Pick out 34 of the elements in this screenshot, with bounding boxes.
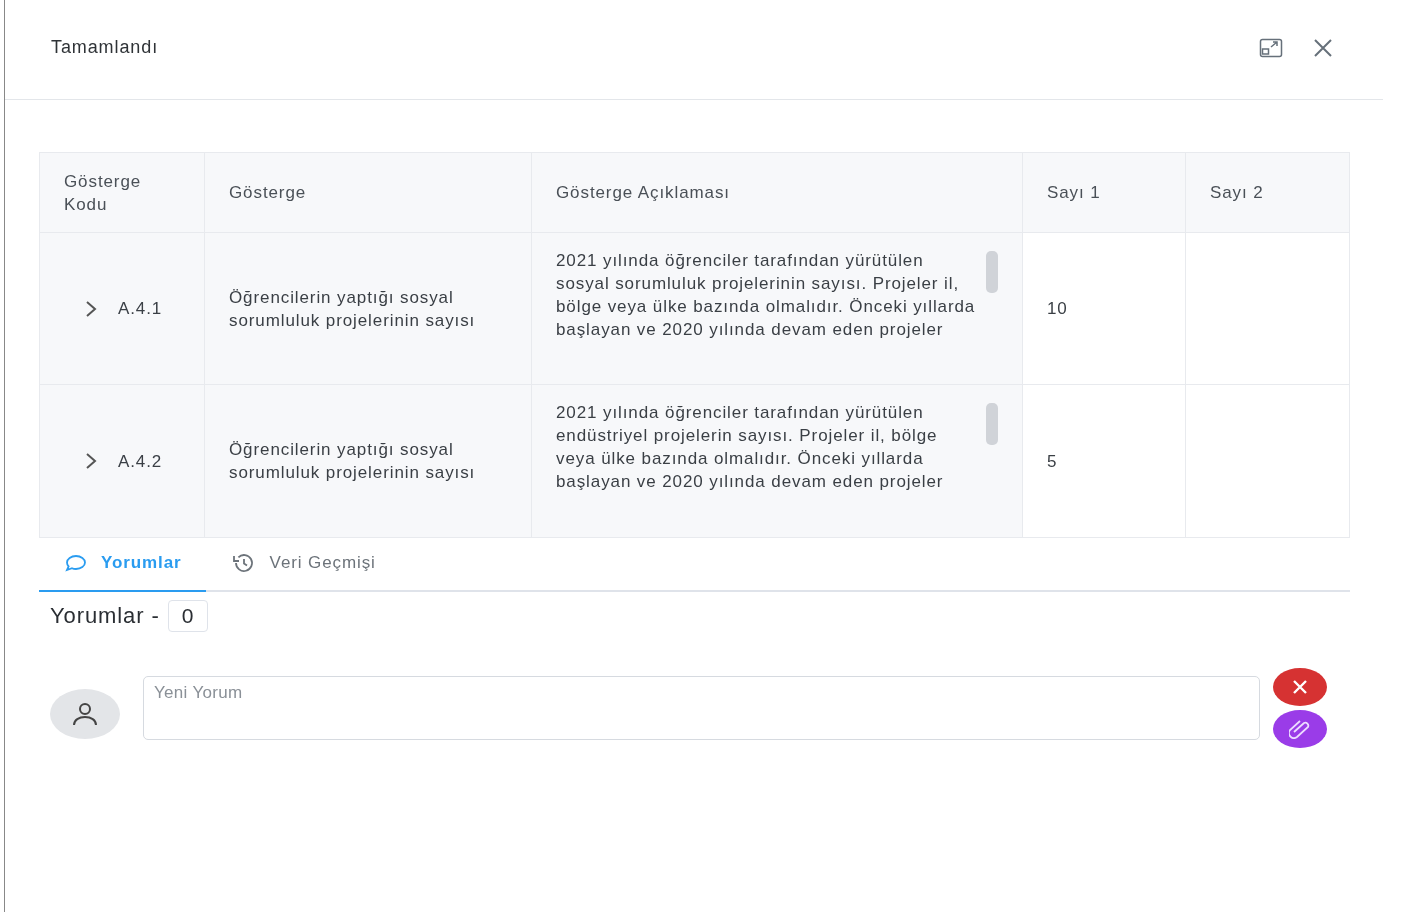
paperclip-icon [1289,719,1311,739]
tab[interactable]: Yorumlar [39,538,206,592]
chevron-right-icon[interactable] [84,452,98,470]
expand-button[interactable] [1259,37,1283,58]
table-cell-text: 5 [1047,450,1058,473]
chevron-right-icon[interactable] [84,299,98,318]
column-header: Gösterge [229,182,307,204]
close-icon [1292,679,1308,695]
dialog-title: Tamamlandı [51,37,160,58]
table-cell-text: A.4.1 [118,298,163,320]
speech-bubble-icon [65,554,87,572]
close-icon [1313,37,1333,58]
table-cell-text: Öğrencilerin yaptığı sosyal sorumluluk projelerinin sayısı [229,439,477,484]
column-header: Sayı 2 [1210,182,1264,204]
close-button[interactable] [1313,37,1333,58]
scrollbar-thumb[interactable] [986,403,998,445]
table-cell-text: Öğrencilerin yaptığı sosyal sorumluluk projelerinin sayısı [229,286,477,332]
column-header: Sayı 1 [1047,182,1101,204]
scrollbar-thumb[interactable] [986,251,998,293]
tab[interactable]: Veri Geçmişi [205,538,400,592]
table-cell-text: 2021 yılında öğrenciler tarafından yürütülen sosyal sorumluluk projelerinin sayısı. Projeler il, bölge veya ülke bazında olmalıdır. Önceki yıllarda başlayan ve 2020 yılında devam eden projeler [556,250,977,341]
column-header: Gösterge Kodu [64,170,143,216]
expand-icon [1259,37,1283,58]
comments-heading: Yorumlar - [50,603,160,629]
table-cell-text: A.4.2 [118,450,163,473]
attach-button[interactable] [1273,710,1327,748]
comment-input[interactable]: Yeni Yorum [143,676,1260,740]
column-header: Gösterge Açıklaması [556,182,730,204]
table-cell-text: 10 [1047,298,1068,320]
history-icon [231,552,256,574]
comment-count: 0 [167,600,209,632]
cancel-button[interactable] [1273,668,1327,706]
user-icon [72,701,98,727]
table-cell-text: 2021 yılında öğrenciler tarafından yürütülen endüstriyel projelerin sayısı. Projeler il, bölge veya ülke bazında olmalıdır. Önceki yıllarda başlayan ve 2020 yılında devam eden projeler [556,402,945,493]
